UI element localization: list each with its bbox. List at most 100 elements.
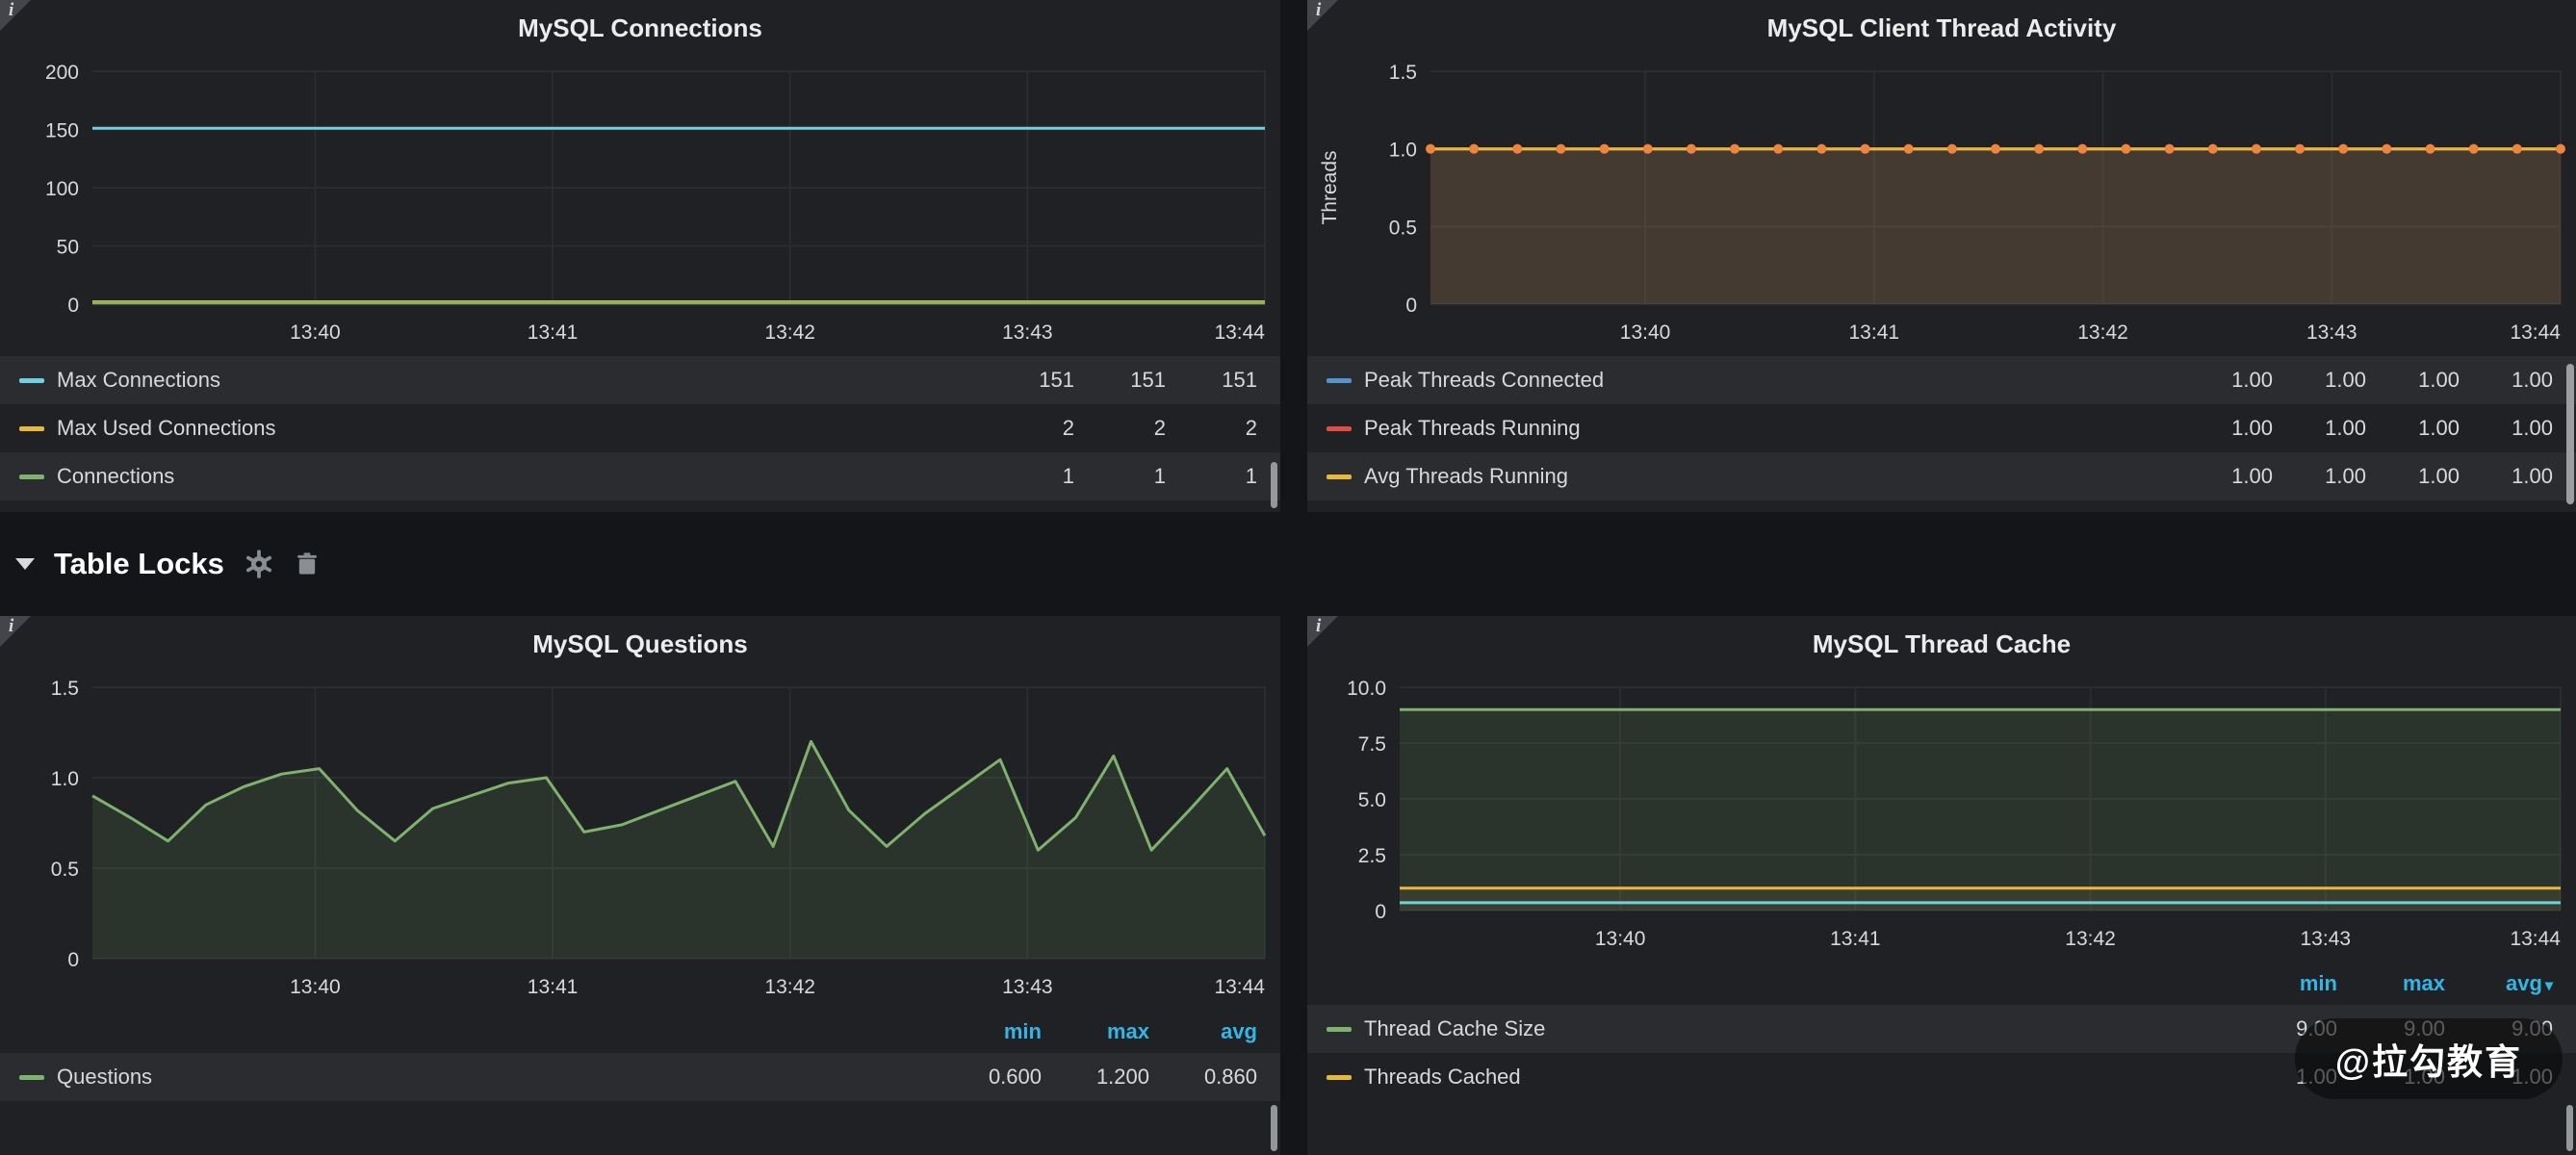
panel-title[interactable]: MySQL Connections: [0, 0, 1280, 56]
svg-text:13:44: 13:44: [2510, 321, 2561, 344]
legend-value-avg: 0.860: [1149, 1065, 1257, 1090]
svg-text:0: 0: [1405, 295, 1417, 317]
series-color-swatch: [19, 426, 44, 431]
legend-value: 1.00: [2366, 416, 2460, 441]
panel-info-corner[interactable]: [1307, 616, 1338, 647]
info-icon[interactable]: i: [1316, 617, 1321, 635]
legend-value: 151: [1074, 368, 1166, 393]
legend: min max avg Questions 0.600 1.200 0.860: [0, 1011, 1280, 1101]
svg-text:13:44: 13:44: [2510, 928, 2561, 950]
legend-header-max[interactable]: max: [1042, 1019, 1149, 1044]
series-color-swatch: [1327, 475, 1352, 479]
svg-text:100: 100: [45, 178, 79, 200]
dashboard-row-bottom: i MySQL Questions 00.51.01.513:4013:4113…: [0, 616, 2576, 1155]
panel-scrollbar[interactable]: [1271, 1105, 1277, 1151]
svg-text:13:40: 13:40: [1620, 321, 1671, 344]
legend-item: Peak Threads Connected 1.00 1.00 1.00 1.…: [1307, 356, 2576, 404]
panel-title[interactable]: MySQL Thread Cache: [1307, 616, 2576, 672]
series-color-swatch: [19, 475, 44, 479]
legend-label[interactable]: Thread Cache Size: [1364, 1016, 1545, 1041]
series-color-swatch: [1327, 426, 1352, 431]
legend-header-row: min max avg▾: [1307, 962, 2576, 1005]
legend-header-max[interactable]: max: [2337, 971, 2445, 996]
svg-text:1.0: 1.0: [1389, 140, 1417, 162]
legend-header-min[interactable]: min: [2229, 971, 2337, 996]
legend-header-row: min max avg: [0, 1011, 1280, 1053]
legend-value: 1.00: [2179, 464, 2273, 489]
svg-text:13:41: 13:41: [1830, 928, 1881, 950]
legend-label[interactable]: Avg Threads Running: [1364, 464, 1568, 489]
panel-info-corner[interactable]: [0, 616, 31, 647]
panel-scrollbar[interactable]: [2566, 1105, 2573, 1151]
info-icon[interactable]: i: [9, 617, 13, 635]
chart-area: 05010015020013:4013:4113:4213:4313:44: [0, 56, 1280, 354]
panel-mysql-client-thread-activity: i MySQL Client Thread Activity 0 0.5 1.0 1.…: [1307, 0, 2576, 512]
legend-value: 1.00: [2366, 464, 2460, 489]
legend-header-min[interactable]: min: [934, 1019, 1042, 1044]
svg-text:1.0: 1.0: [51, 768, 79, 790]
legend-label[interactable]: Threads Cached: [1364, 1065, 1521, 1090]
panel-info-corner[interactable]: [1307, 0, 1338, 31]
legend-value: 151: [1166, 368, 1257, 393]
collapse-chevron-icon[interactable]: [15, 558, 35, 570]
mysql-client-thread-activity-chart[interactable]: 00.51.01.513:4013:4113:4213:4313:44Threa…: [1311, 56, 2572, 354]
legend-value: 1.00: [2460, 416, 2553, 441]
legend-value: 1.00: [2273, 464, 2366, 489]
legend-value: 1.00: [2273, 416, 2366, 441]
svg-text:2.5: 2.5: [1358, 845, 1386, 867]
page-scrollbar[interactable]: [2566, 364, 2574, 504]
mysql-questions-chart[interactable]: 00.51.01.513:4013:4113:4213:4313:44: [4, 672, 1276, 1009]
row-settings-button[interactable]: [244, 549, 274, 579]
series-color-swatch: [1327, 378, 1352, 383]
legend-value: 151: [983, 368, 1074, 393]
sort-caret-icon: ▾: [2545, 978, 2553, 994]
row-header-table-locks: Table Locks: [0, 512, 2576, 616]
panel-info-corner[interactable]: [0, 0, 31, 31]
svg-text:13:43: 13:43: [2301, 928, 2352, 950]
legend-item: Max Used Connections 2 2 2: [0, 404, 1280, 452]
trash-icon: [294, 551, 321, 578]
legend-item: Connections 1 1 1: [0, 452, 1280, 500]
legend-label[interactable]: Peak Threads Running: [1364, 416, 1581, 441]
row-delete-button[interactable]: [294, 551, 321, 578]
legend-value: 1.00: [2366, 368, 2460, 393]
legend-value: 1.00: [2460, 464, 2553, 489]
legend-item: Max Connections 151 151 151: [0, 356, 1280, 404]
gear-icon: [244, 549, 274, 579]
svg-text:5.0: 5.0: [1358, 789, 1386, 811]
info-icon[interactable]: i: [1316, 1, 1321, 19]
legend-label[interactable]: Connections: [57, 464, 174, 489]
mysql-connections-chart[interactable]: 05010015020013:4013:4113:4213:4313:44: [4, 56, 1276, 354]
svg-text:13:44: 13:44: [1214, 976, 1265, 998]
row-title[interactable]: Table Locks: [54, 547, 224, 581]
svg-text:0: 0: [1375, 901, 1386, 923]
panel-scrollbar[interactable]: [1271, 462, 1277, 508]
legend-value: 2: [1074, 416, 1166, 441]
legend-item: Avg Threads Running 1.00 1.00 1.00 1.00: [1307, 452, 2576, 500]
legend-label[interactable]: Questions: [57, 1065, 152, 1090]
svg-text:13:41: 13:41: [1849, 321, 1900, 344]
svg-text:0.5: 0.5: [51, 859, 79, 881]
svg-text:13:43: 13:43: [1002, 321, 1053, 344]
mysql-thread-cache-chart[interactable]: 02.55.07.510.013:4013:4113:4213:4313:44: [1311, 672, 2572, 961]
svg-text:7.5: 7.5: [1358, 733, 1386, 756]
series-color-swatch: [1327, 1027, 1352, 1032]
chart-area: 02.55.07.510.013:4013:4113:4213:4313:44: [1307, 672, 2576, 961]
svg-text:0.5: 0.5: [1389, 217, 1417, 239]
legend-header-avg[interactable]: avg: [1149, 1019, 1257, 1044]
panel-title[interactable]: MySQL Questions: [0, 616, 1280, 672]
chart-area: 00.51.01.513:4013:4113:4213:4313:44: [0, 672, 1280, 1009]
legend-label[interactable]: Max Used Connections: [57, 416, 275, 441]
info-icon[interactable]: i: [9, 1, 13, 19]
legend-label[interactable]: Max Connections: [57, 368, 220, 393]
svg-text:13:41: 13:41: [528, 321, 579, 344]
legend-item: Questions 0.600 1.200 0.860: [0, 1053, 1280, 1101]
panel-title[interactable]: MySQL Client Thread Activity: [1307, 0, 2576, 56]
svg-text:13:41: 13:41: [528, 976, 579, 998]
legend-label[interactable]: Peak Threads Connected: [1364, 368, 1604, 393]
svg-text:13:42: 13:42: [764, 321, 815, 344]
legend-header-avg[interactable]: avg▾: [2445, 971, 2553, 996]
legend: Peak Threads Connected 1.00 1.00 1.00 1.…: [1307, 356, 2576, 500]
legend-value: 2: [983, 416, 1074, 441]
series-color-swatch: [1327, 1075, 1352, 1080]
